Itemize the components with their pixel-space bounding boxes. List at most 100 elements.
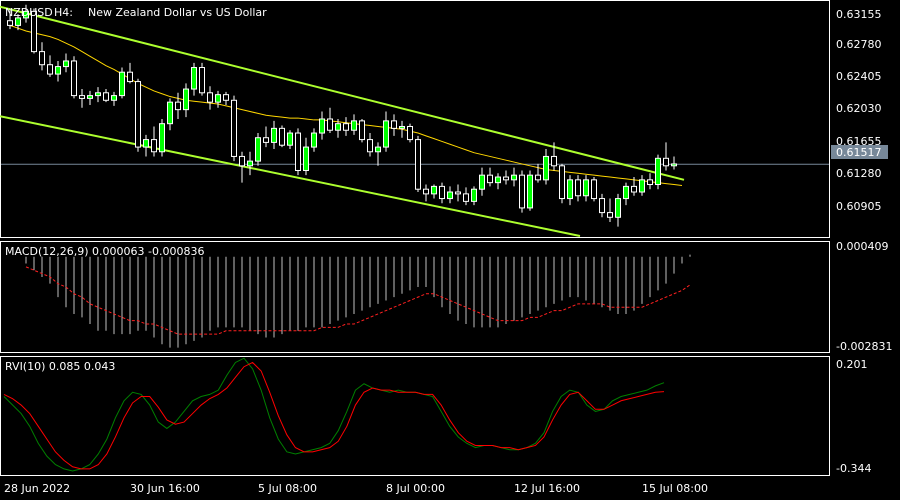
candle-body (303, 146, 309, 171)
candle-body (71, 60, 77, 97)
rvi-main-line (3, 357, 665, 472)
candle-body (231, 99, 237, 157)
candle-body (175, 101, 181, 111)
candle (111, 91, 117, 106)
candle-body (471, 188, 477, 202)
macd-title: MACD(12,26,9) 0.000063 -0.000836 (5, 245, 204, 258)
price-tick: 0.63155 (836, 8, 882, 21)
candle (311, 128, 317, 152)
candle (255, 133, 261, 166)
candle-body (63, 60, 69, 68)
rvi-title: RVI(10) 0.085 0.043 (5, 360, 115, 373)
candle-body (543, 155, 549, 181)
candle-body (647, 179, 653, 186)
macd-panel-frame (0, 241, 830, 353)
candle-body (655, 157, 661, 186)
candle-body (575, 179, 581, 197)
candle (79, 89, 85, 108)
candle-body (583, 179, 589, 197)
price-tick: 0.62030 (836, 102, 882, 115)
candle-body (407, 125, 413, 141)
candle (479, 167, 485, 196)
time-tick: 30 Jun 16:00 (130, 482, 200, 495)
candle-body (335, 123, 341, 131)
chart-canvas[interactable]: NZDUSD H4: New Zealand Dollar vs US Doll… (0, 0, 900, 500)
rvi-panel (3, 357, 665, 472)
price-tick: 0.62780 (836, 38, 882, 51)
candle-body (511, 174, 517, 181)
candle (247, 151, 253, 176)
candle (503, 170, 509, 185)
candle-body (623, 185, 629, 200)
rvi-signal-line (3, 361, 665, 470)
candle-body (47, 64, 53, 75)
candle-body (167, 101, 173, 125)
candle-body (311, 132, 317, 148)
candle (167, 98, 173, 131)
candle (351, 114, 357, 135)
candle-body (103, 92, 109, 101)
macd-tick: 0.000409 (836, 240, 889, 253)
candle (151, 126, 157, 157)
candle-body (255, 137, 261, 162)
candle-body (671, 163, 677, 167)
rvi-tick: 0.201 (836, 358, 868, 371)
candle-body (479, 174, 485, 190)
candle-body (319, 118, 325, 134)
candle-body (423, 188, 429, 195)
candle-body (279, 127, 285, 146)
candle-body (399, 125, 405, 129)
time-tick: 28 Jun 2022 (4, 482, 70, 495)
candle-body (215, 94, 221, 103)
rvi-tick: -0.344 (836, 462, 871, 475)
candle-body (111, 95, 117, 101)
candle-body (343, 123, 349, 131)
candle (47, 55, 53, 77)
candle (647, 173, 653, 190)
candle-body (351, 120, 357, 131)
candle (639, 175, 645, 196)
chart-window[interactable]: NZDUSD H4: New Zealand Dollar vs US Doll… (0, 0, 900, 500)
candle (143, 134, 149, 157)
candle-body (295, 132, 301, 171)
candle-body (367, 139, 373, 153)
moving-average-line (9, 24, 683, 186)
candle (279, 125, 285, 148)
candle-body (591, 179, 597, 200)
candle-body (535, 174, 541, 181)
candle (39, 42, 45, 71)
candle-body (287, 132, 293, 146)
candle (103, 89, 109, 103)
candle-body (439, 185, 445, 200)
candle (215, 90, 221, 108)
candle (599, 193, 605, 218)
candle-body (631, 185, 637, 193)
price-tick: 0.61280 (836, 167, 882, 180)
candle (223, 91, 229, 105)
candle-body (55, 66, 61, 75)
candle-body (207, 92, 213, 103)
price-panel (0, 4, 829, 237)
price-tick: 0.62405 (836, 70, 882, 83)
candle-body (495, 176, 501, 184)
candle (55, 60, 61, 82)
candle (567, 175, 573, 206)
candle-body (455, 191, 461, 195)
candle (271, 120, 277, 149)
candle (375, 142, 381, 166)
candle (607, 198, 613, 222)
candle (663, 142, 669, 171)
candle-body (263, 137, 269, 143)
candle (463, 187, 469, 206)
candle (535, 163, 541, 183)
candle-body (503, 176, 509, 181)
candle (575, 175, 581, 202)
time-tick: 8 Jul 00:00 (386, 482, 445, 495)
candle-body (87, 95, 93, 99)
candle-body (431, 185, 437, 195)
candle (207, 86, 213, 110)
candle (423, 184, 429, 202)
candle (455, 184, 461, 202)
candle-body (15, 17, 21, 26)
candle (415, 135, 421, 193)
